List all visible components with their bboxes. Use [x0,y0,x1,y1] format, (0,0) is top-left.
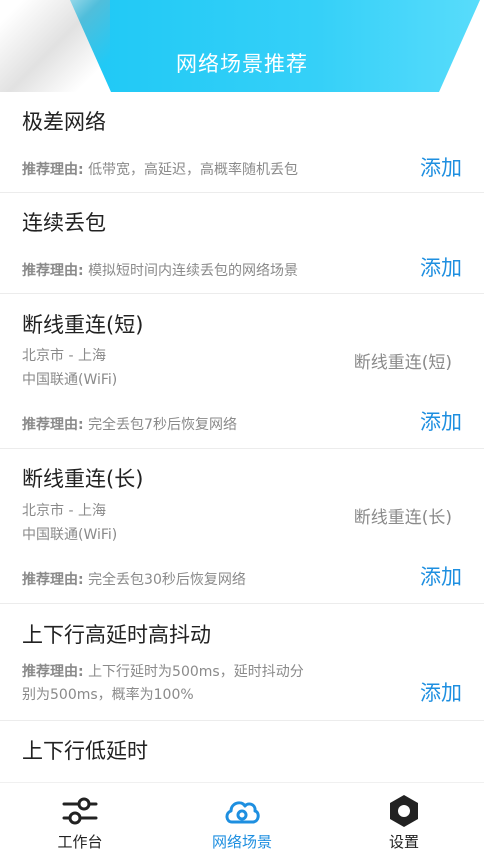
scenario-tag: 断线重连(长) [353,508,452,528]
tab-network-scenes[interactable]: 网络场景 [182,783,302,861]
sliders-icon [62,797,98,825]
add-button[interactable]: 添加 [420,561,462,591]
cloud-icon [225,801,260,824]
add-button[interactable]: 添加 [420,406,462,436]
location-city: 北京市 - 上海 [22,503,106,519]
reason-text: 完全丢包7秒后恢复网络 [88,417,237,433]
scenario-name: 连续丢包 [22,211,106,235]
add-button[interactable]: 添加 [420,152,462,182]
header: 网络场景推荐 [0,0,484,92]
scenario-list[interactable]: 极差网络 推荐理由: 低带宽，高延迟，高概率随机丢包 添加 连续丢包 推荐理由:… [0,92,484,782]
list-item: 极差网络 推荐理由: 低带宽，高延迟，高概率随机丢包 添加 [0,92,484,193]
tab-label: 设置 [388,833,419,851]
reason-text: 完全丢包30秒后恢复网络 [88,572,246,588]
scenario-reason: 推荐理由: 低带宽，高延迟，高概率随机丢包 [22,159,298,181]
reason-label: 推荐理由: [22,417,84,433]
scenario-name: 断线重连(长) [22,467,144,491]
reason-label: 推荐理由: [22,664,84,680]
tab-settings[interactable]: 设置 [344,783,464,861]
list-item: 上下行高延时高抖动 推荐理由: 上下行延时为500ms，延时抖动分 别为500m… [0,604,484,721]
tab-workbench[interactable]: 工作台 [20,783,140,861]
scenario-reason: 推荐理由: 完全丢包7秒后恢复网络 [22,414,237,436]
scenario-name: 上下行低延时 [22,739,148,763]
reason-text: 上下行延时为500ms，延时抖动分 [88,664,304,680]
add-button[interactable]: 添加 [420,677,462,707]
reason-text: 模拟短时间内连续丢包的网络场景 [88,263,299,279]
scenario-tag: 断线重连(短) [353,353,452,373]
bottom-tab-bar: 工作台 网络场景 设置 [0,782,484,861]
scenario-reason: 推荐理由: 模拟短时间内连续丢包的网络场景 [22,260,298,282]
scenario-name: 极差网络 [22,110,106,134]
list-item: 断线重连(长) 北京市 - 上海 中国联通(WiFi) 断线重连(长) 推荐理由… [0,449,484,604]
reason-label: 推荐理由: [22,263,84,279]
page-title: 网络场景推荐 [176,52,308,76]
list-item: 断线重连(短) 北京市 - 上海 中国联通(WiFi) 断线重连(短) 推荐理由… [0,294,484,449]
header-banner [70,0,480,92]
location-carrier: 中国联通(WiFi) [22,372,118,388]
list-item: 连续丢包 推荐理由: 模拟短时间内连续丢包的网络场景 添加 [0,193,484,294]
list-item: 上下行低延时 添加 [0,721,484,782]
header-shade [0,0,110,92]
reason-label: 推荐理由: [22,572,84,588]
location-carrier: 中国联通(WiFi) [22,527,118,543]
add-button[interactable]: 添加 [420,252,462,282]
reason-label: 推荐理由: [22,162,84,178]
scenario-name: 上下行高延时高抖动 [22,623,211,647]
location-city: 北京市 - 上海 [22,348,106,364]
settings-hexagon-icon [390,795,418,827]
tab-label: 网络场景 [211,833,272,851]
reason-text: 低带宽，高延迟，高概率随机丢包 [88,162,299,178]
scenario-reason-line2: 别为500ms，概率为100% [22,687,194,703]
scenario-reason: 推荐理由: 完全丢包30秒后恢复网络 [22,569,246,591]
scenario-reason: 推荐理由: 上下行延时为500ms，延时抖动分 [22,661,304,683]
scenario-name: 断线重连(短) [22,313,144,337]
tab-label: 工作台 [57,833,103,851]
